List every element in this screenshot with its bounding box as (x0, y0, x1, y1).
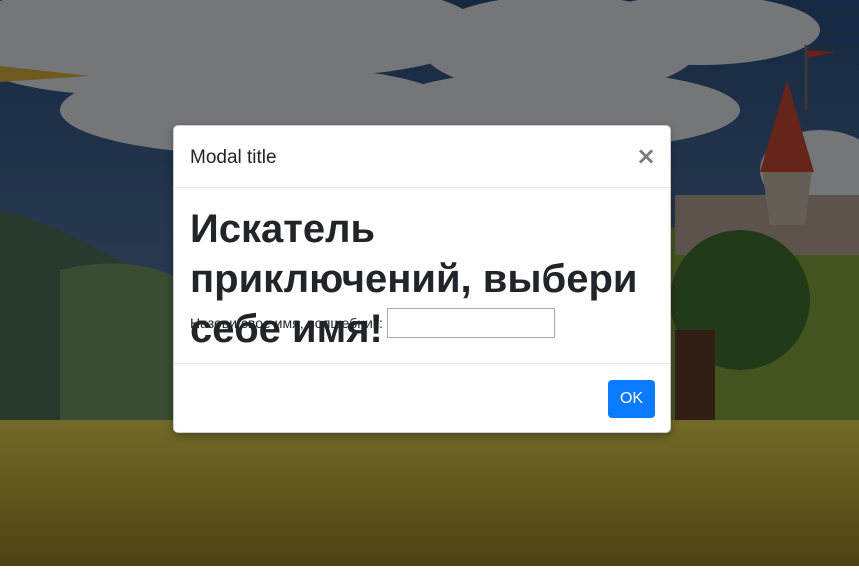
ok-button[interactable]: OK (608, 380, 655, 418)
name-dialog: Modal title × Искатель приключений, выбе… (173, 125, 671, 433)
dialog-footer: OK (174, 363, 670, 432)
dialog-title: Modal title (190, 147, 277, 168)
page-bottom-strip (0, 566, 859, 584)
name-row: Назови свое имя, волшебник: (190, 308, 555, 338)
close-icon[interactable]: × (636, 144, 656, 168)
dialog-header: Modal title × (174, 126, 670, 188)
name-label: Назови свое имя, волшебник: (190, 315, 383, 331)
dialog-body: Искатель приключений, выбери себе имя! Н… (174, 188, 670, 363)
name-input[interactable] (386, 308, 555, 338)
game-stage: Modal title × Искатель приключений, выбе… (0, 0, 859, 584)
